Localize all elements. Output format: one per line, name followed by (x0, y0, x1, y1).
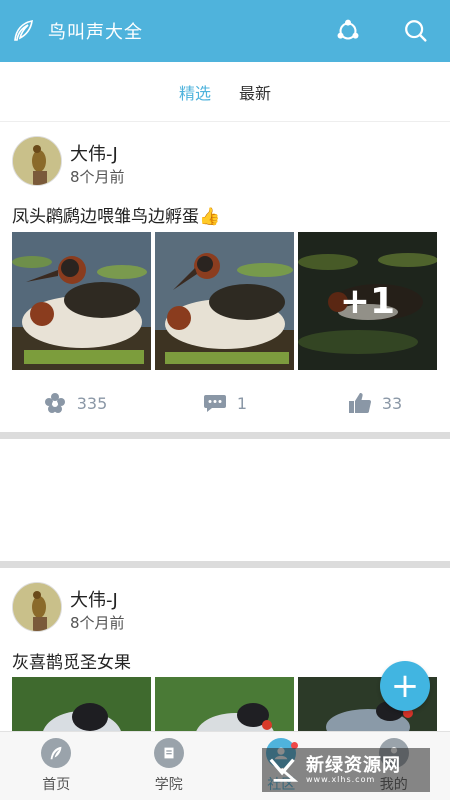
flower-icon (44, 393, 65, 413)
post-author[interactable]: 大伟-J (70, 140, 118, 166)
app-title: 鸟叫声大全 (48, 22, 143, 43)
likes-stat[interactable]: 33 (300, 383, 450, 423)
comment-icon (203, 395, 226, 412)
post-image[interactable] (155, 232, 294, 370)
post-separator (0, 432, 450, 439)
views-stat[interactable]: 335 (0, 383, 150, 423)
post-card[interactable]: 大伟-J 8个月前 灰喜鹊觅圣女果 (0, 568, 450, 800)
post-text: 凤头䴙䴘边喂雏鸟边孵蛋👍 (12, 207, 221, 227)
feather-icon (41, 738, 72, 768)
likes-count: 33 (381, 393, 403, 413)
post-time: 8个月前 (70, 168, 125, 186)
watermark-text: 新绿资源网 (306, 754, 401, 776)
search-icon (405, 20, 427, 42)
watermark: 新绿资源网 www.xlhs.com (262, 748, 430, 792)
nav-home[interactable]: 首页 (0, 732, 113, 800)
share-hub-button[interactable] (333, 16, 363, 46)
search-button[interactable] (401, 16, 431, 46)
watermark-sub: www.xlhs.com (306, 774, 376, 784)
post-card[interactable]: 大伟-J 8个月前 凤头䴙䴘边喂雏鸟边孵蛋👍 +1 335 1 33 (0, 122, 450, 434)
watermark-logo-icon (269, 758, 299, 782)
post-time: 8个月前 (70, 614, 125, 632)
feed-tabs: 精选 最新 (0, 62, 450, 122)
app-header: 鸟叫声大全 (0, 0, 450, 62)
thumbs-up-icon (348, 393, 371, 413)
share-hub-icon (337, 19, 359, 40)
tab-featured[interactable]: 精选 (179, 80, 211, 104)
views-count: 335 (76, 393, 108, 413)
nav-academy[interactable]: 学院 (113, 732, 226, 800)
nav-label: 学院 (154, 777, 183, 793)
feather-icon (10, 18, 36, 44)
nav-label: 首页 (42, 777, 71, 793)
add-post-button[interactable]: + (380, 661, 430, 711)
comments-stat[interactable]: 1 (150, 383, 300, 423)
more-images-count: +1 (298, 232, 437, 370)
book-icon (153, 738, 184, 768)
app-screen: 鸟叫声大全 精选 最新 大伟-J 8个月前 凤头䴙䴘边喂雏鸟边孵蛋👍 +1 33… (0, 0, 450, 800)
tab-latest[interactable]: 最新 (239, 80, 271, 104)
avatar[interactable] (12, 136, 62, 186)
post-stats: 335 1 33 (0, 383, 450, 423)
post-image-more[interactable]: +1 (298, 232, 437, 370)
post-text: 灰喜鹊觅圣女果 (12, 653, 131, 673)
post-author[interactable]: 大伟-J (70, 586, 118, 612)
post-image[interactable] (12, 232, 151, 370)
comments-count: 1 (236, 393, 248, 413)
post-images: +1 (12, 232, 438, 370)
post-separator (0, 561, 450, 568)
avatar[interactable] (12, 582, 62, 632)
